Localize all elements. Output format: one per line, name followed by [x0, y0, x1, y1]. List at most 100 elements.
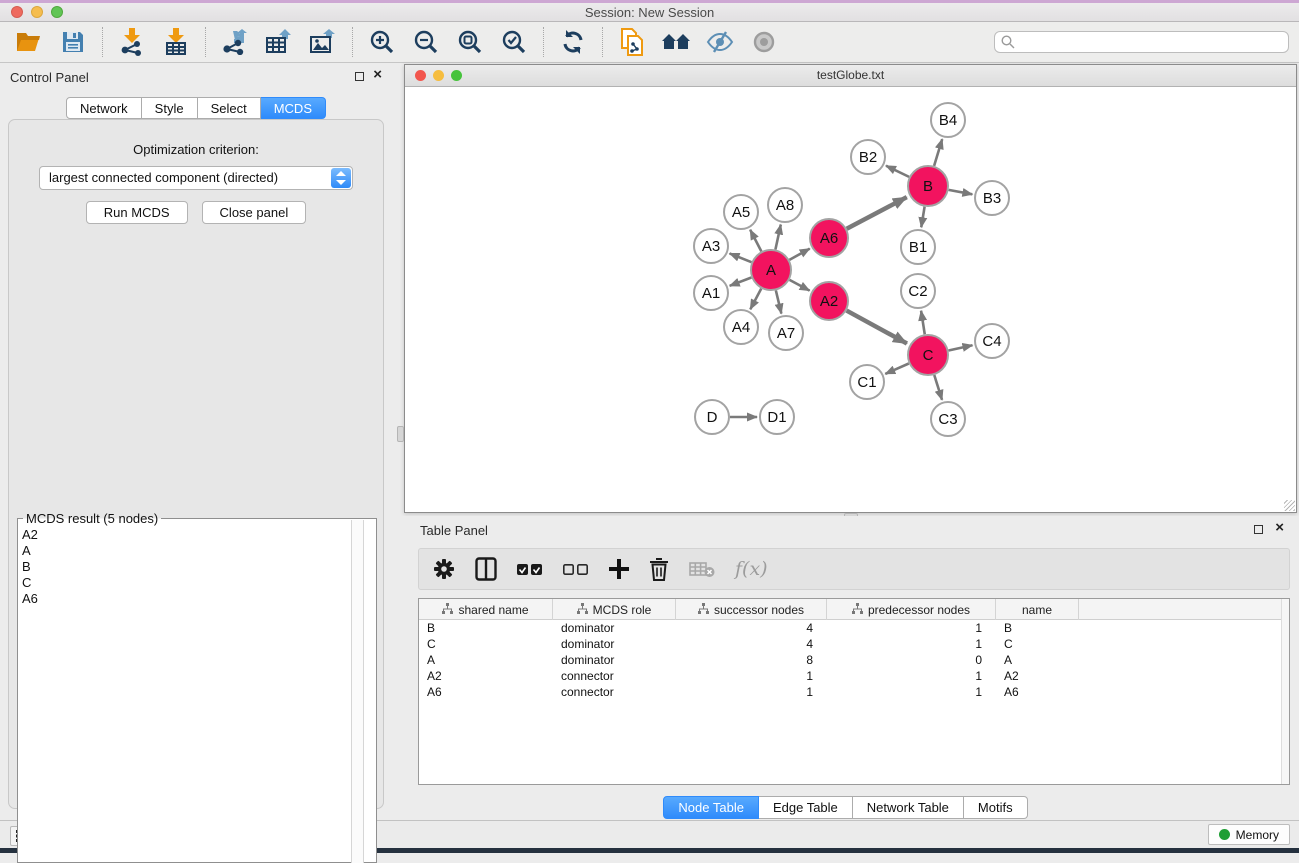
tab-network[interactable]: Network [66, 97, 142, 119]
hide-selection-eye-icon[interactable] [705, 27, 735, 57]
graph-edge-C-C2[interactable] [921, 311, 925, 334]
mcds-result-item[interactable]: A6 [22, 591, 376, 607]
delete-trash-icon[interactable] [649, 558, 669, 581]
zoom-traffic-light[interactable] [51, 6, 63, 18]
table-cell[interactable]: 1 [827, 620, 996, 636]
mcds-result-item[interactable]: A2 [22, 527, 376, 543]
run-mcds-button[interactable]: Run MCDS [86, 201, 188, 224]
mcds-result-item[interactable]: B [22, 559, 376, 575]
table-cell[interactable]: 1 [827, 636, 996, 652]
table-cell[interactable]: connector [553, 684, 676, 700]
add-column-plus-icon[interactable] [609, 559, 629, 579]
graph-edge-A-A3[interactable] [730, 253, 752, 262]
net-zoom-traffic-light[interactable] [451, 70, 462, 81]
search-input[interactable] [994, 31, 1289, 53]
table-cell[interactable]: A6 [996, 684, 1079, 700]
show-all-eye-icon[interactable] [749, 27, 779, 57]
zoom-fit-icon[interactable] [455, 27, 485, 57]
table-cell[interactable]: 1 [676, 668, 827, 684]
graph-edge-A-A1[interactable] [730, 278, 752, 286]
table-row[interactable]: Adominator80A [419, 652, 1289, 668]
net-minimize-traffic-light[interactable] [433, 70, 444, 81]
window-resize-grip[interactable] [1284, 500, 1295, 511]
import-table-icon[interactable] [161, 27, 191, 57]
table-cell[interactable]: B [419, 620, 553, 636]
graph-edge-A-A2[interactable] [790, 280, 810, 291]
table-cell[interactable]: 8 [676, 652, 827, 668]
table-cell[interactable]: 4 [676, 636, 827, 652]
tab-motifs[interactable]: Motifs [964, 796, 1028, 819]
table-cell[interactable]: C [419, 636, 553, 652]
graph-edge-C-C3[interactable] [934, 375, 942, 400]
close-panel-icon[interactable]: × [373, 66, 382, 84]
export-network-icon[interactable] [220, 27, 250, 57]
table-cell[interactable]: A2 [996, 668, 1079, 684]
graph-edge-C-C1[interactable] [885, 363, 909, 373]
graph-edge-C-C4[interactable] [949, 345, 973, 350]
table-row[interactable]: A6connector11A6 [419, 684, 1289, 700]
column-header-predecessor-nodes[interactable]: predecessor nodes [827, 599, 996, 620]
tab-style[interactable]: Style [142, 97, 198, 119]
node-table-scrollbar[interactable] [1281, 599, 1289, 784]
column-header-name[interactable]: name [996, 599, 1079, 620]
tab-network-table[interactable]: Network Table [853, 796, 964, 819]
refresh-icon[interactable] [558, 27, 588, 57]
tab-node-table[interactable]: Node Table [663, 796, 759, 819]
close-traffic-light[interactable] [11, 6, 23, 18]
node-table-header[interactable]: shared nameMCDS rolesuccessor nodesprede… [419, 599, 1289, 620]
close-panel-button[interactable]: Close panel [202, 201, 307, 224]
mcds-result-item[interactable]: A [22, 543, 376, 559]
graph-edge-A-A6[interactable] [789, 249, 809, 260]
graph-edge-B-B2[interactable] [886, 166, 909, 177]
mcds-result-list[interactable]: A2ABCA6 [18, 519, 376, 607]
zoom-out-icon[interactable] [411, 27, 441, 57]
table-cell[interactable]: dominator [553, 652, 676, 668]
select-all-checks-icon[interactable] [517, 563, 543, 576]
table-cell[interactable]: A2 [419, 668, 553, 684]
graph-edge-A6-B[interactable] [847, 197, 907, 229]
zoom-selected-icon[interactable] [499, 27, 529, 57]
table-cell[interactable]: 4 [676, 620, 827, 636]
network-graph[interactable]: B4B2BB3A5A8A6A3B1AA1C2A2A4A7C4CC1DD1C3 [405, 87, 1296, 512]
close-table-panel-icon[interactable]: × [1275, 519, 1284, 537]
table-cell[interactable]: C [996, 636, 1079, 652]
float-table-panel-icon[interactable] [1254, 525, 1263, 534]
table-row[interactable]: Cdominator41C [419, 636, 1289, 652]
table-cell[interactable]: B [996, 620, 1079, 636]
mcds-result-scrollbar[interactable] [351, 520, 364, 863]
export-table-icon[interactable] [264, 27, 294, 57]
graph-edge-A-A5[interactable] [750, 230, 761, 252]
table-row[interactable]: Bdominator41B [419, 620, 1289, 636]
tab-select[interactable]: Select [198, 97, 261, 119]
table-cell[interactable]: 1 [676, 684, 827, 700]
float-panel-icon[interactable] [355, 72, 364, 81]
vertical-split-handle[interactable] [397, 426, 404, 442]
open-folder-icon[interactable] [14, 27, 44, 57]
memory-button[interactable]: Memory [1208, 824, 1290, 845]
table-cell[interactable]: 1 [827, 684, 996, 700]
node-table-body[interactable]: Bdominator41BCdominator41CAdominator80AA… [419, 620, 1289, 700]
column-header-MCDS-role[interactable]: MCDS role [553, 599, 676, 620]
net-close-traffic-light[interactable] [415, 70, 426, 81]
table-cell[interactable]: 0 [827, 652, 996, 668]
save-icon[interactable] [58, 27, 88, 57]
mcds-result-item[interactable]: C [22, 575, 376, 591]
table-row[interactable]: A2connector11A2 [419, 668, 1289, 684]
graph-edge-A-A7[interactable] [776, 290, 782, 313]
graph-edge-A-A4[interactable] [750, 289, 761, 310]
table-cell[interactable]: A6 [419, 684, 553, 700]
table-cell[interactable]: A [996, 652, 1079, 668]
table-cell[interactable]: dominator [553, 636, 676, 652]
table-cell[interactable]: A [419, 652, 553, 668]
export-image-icon[interactable] [308, 27, 338, 57]
clear-selection-boxes-icon[interactable] [563, 563, 589, 576]
tab-edge-table[interactable]: Edge Table [759, 796, 853, 819]
settings-gear-icon[interactable] [433, 558, 455, 580]
tab-mcds[interactable]: MCDS [261, 97, 326, 119]
graph-edge-B-B3[interactable] [949, 190, 973, 194]
graph-edge-A-A8[interactable] [775, 225, 780, 250]
table-cell[interactable]: 1 [827, 668, 996, 684]
table-cell[interactable]: dominator [553, 620, 676, 636]
minimize-traffic-light[interactable] [31, 6, 43, 18]
graph-edge-A2-C[interactable] [847, 311, 907, 344]
